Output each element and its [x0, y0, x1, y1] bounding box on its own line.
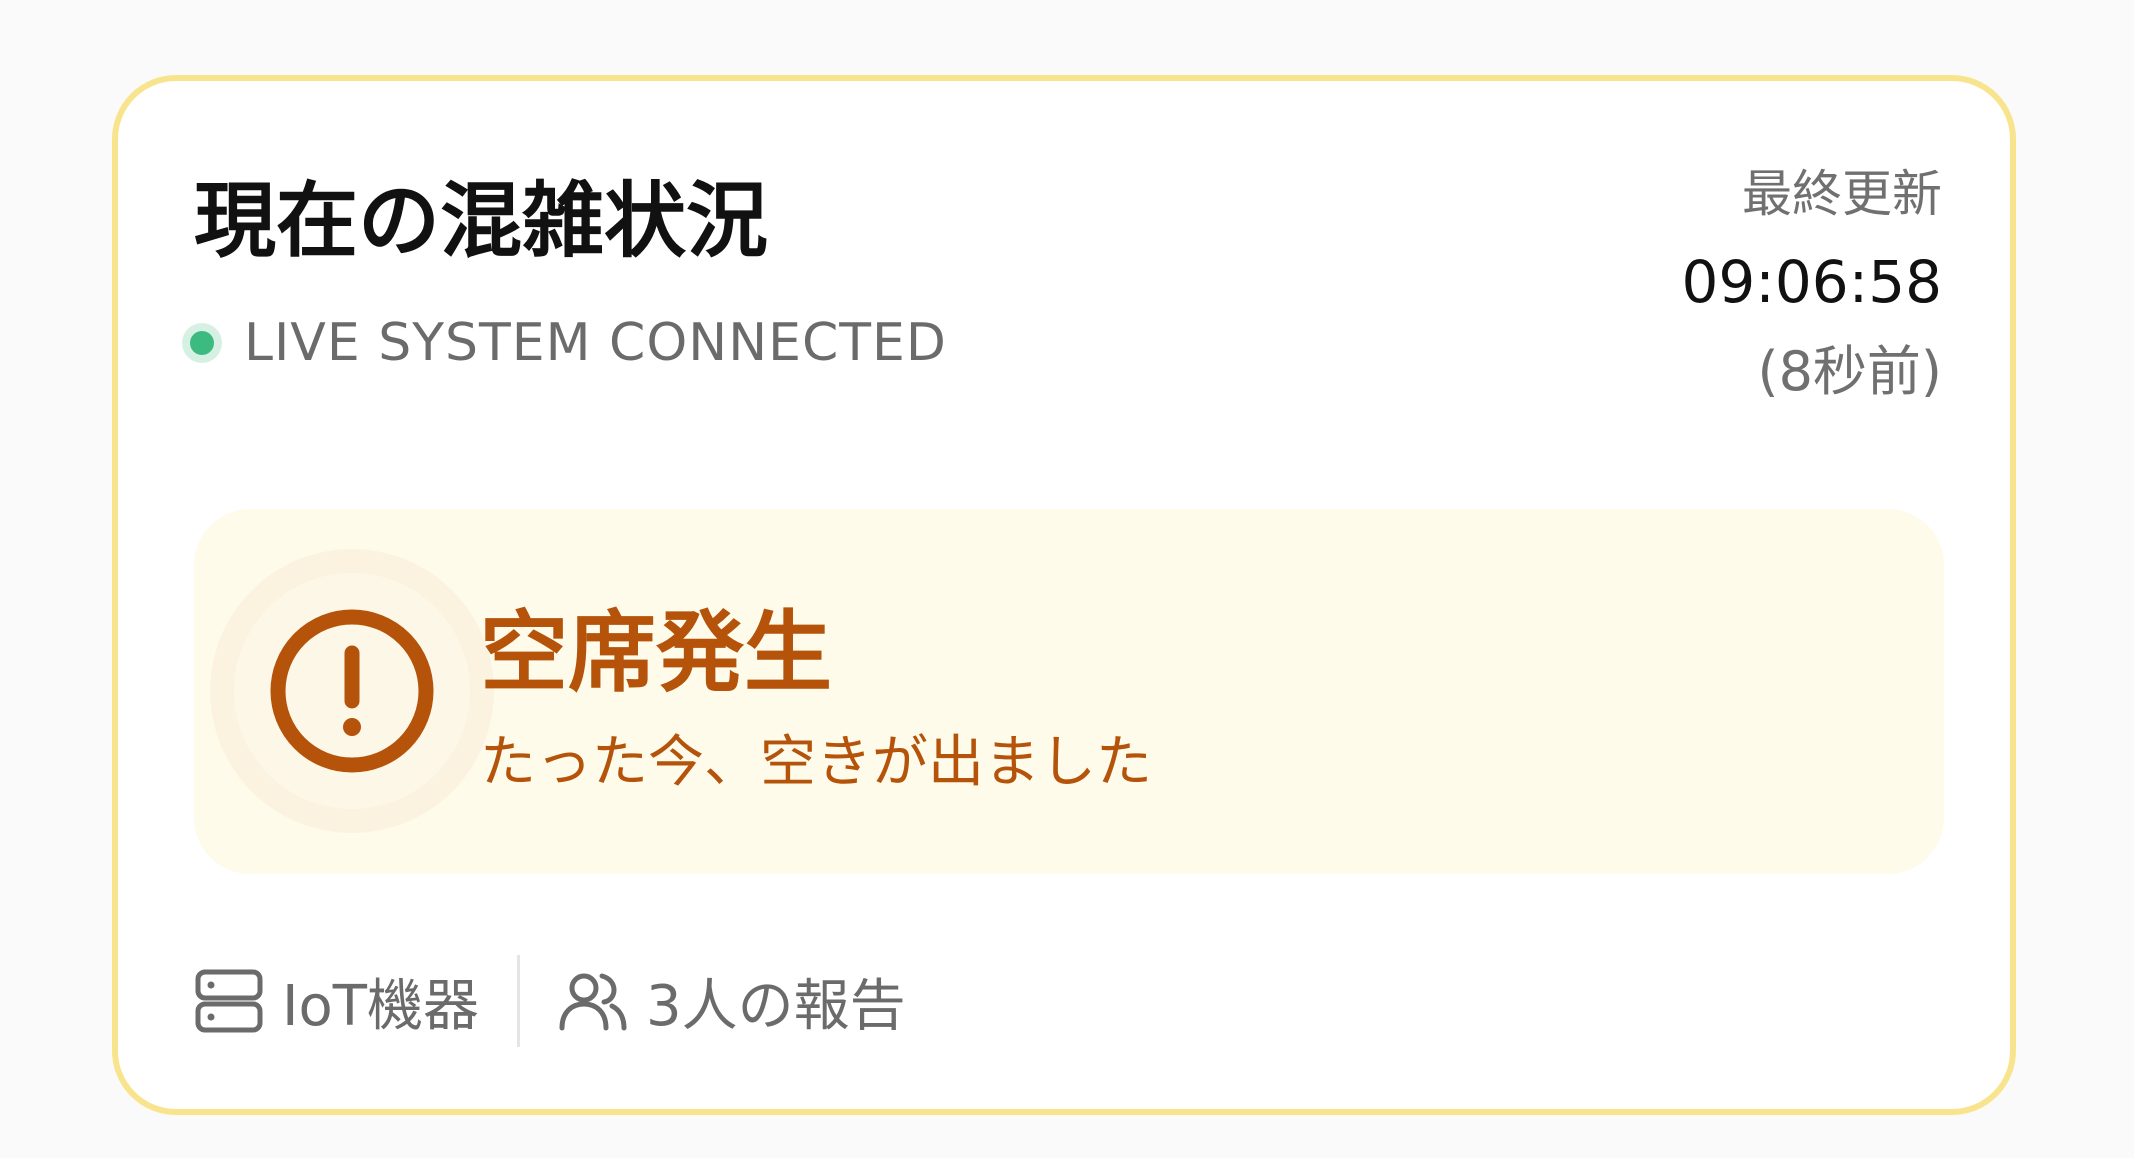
source-iot: IoT機器 [194, 961, 479, 1042]
card-title: 現在の混雑状況 [194, 174, 769, 269]
last-update-time: 09:06:58 [1681, 248, 1943, 316]
live-dot-icon [182, 323, 222, 363]
source-reports-label: 3人の報告 [645, 973, 906, 1039]
source-reports: 3人の報告 [558, 961, 906, 1042]
live-status-indicator: LIVE SYSTEM CONNECTED [182, 313, 947, 373]
last-update-label: 最終更新 [1742, 165, 1942, 223]
users-icon [559, 973, 627, 1031]
alert-subtitle: たった今、空きが出ました [480, 730, 1152, 795]
data-sources: IoT機器 3人の報告 [194, 951, 906, 1051]
vacancy-alert: 空席発生 たった今、空きが出ました [194, 509, 1944, 874]
last-update-relative: (8秒前) [1757, 340, 1943, 403]
alert-circle-icon [270, 609, 434, 773]
alert-title: 空席発生 [480, 601, 833, 704]
congestion-status-card: 現在の混雑状況 LIVE SYSTEM CONNECTED 最終更新 09:06… [112, 75, 2016, 1115]
footer-divider [516, 955, 520, 1047]
server-icon [195, 969, 263, 1033]
live-status-text: LIVE SYSTEM CONNECTED [244, 313, 947, 373]
last-update: 最終更新 09:06:58 (8秒前) [1682, 169, 1943, 399]
source-iot-label: IoT機器 [282, 973, 479, 1039]
